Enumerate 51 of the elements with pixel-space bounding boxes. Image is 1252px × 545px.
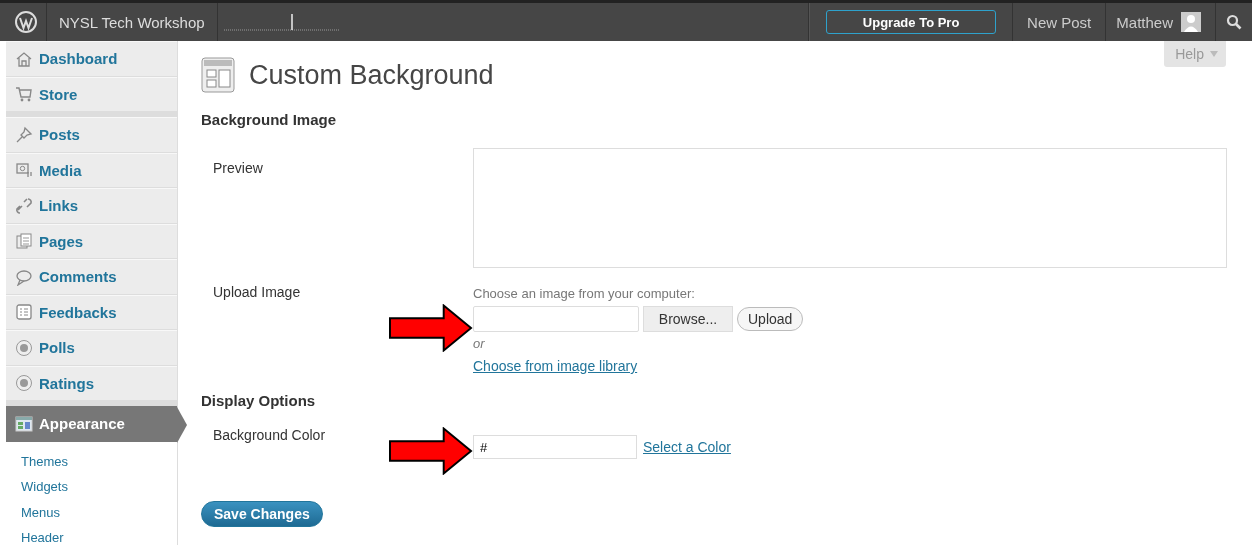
layout-icon — [201, 57, 235, 93]
sidebar-item[interactable]: Dashboard — [6, 41, 177, 77]
speech-bubble-icon — [15, 267, 33, 286]
radio-icon — [15, 338, 33, 357]
sidebar-item[interactable]: Feedbacks — [6, 294, 177, 330]
color-input-field[interactable]: # — [473, 435, 637, 459]
field-label: Background Color — [213, 427, 326, 443]
sidebar-item[interactable]: Media — [6, 152, 177, 188]
form-icon — [15, 303, 33, 322]
layout-icon — [15, 414, 33, 433]
site-name[interactable]: NYSL Tech Workshop — [47, 3, 218, 41]
page-title: Custom Background — [249, 59, 494, 91]
or-text: or — [473, 336, 486, 351]
cursor-icon — [221, 12, 342, 32]
sidebar-item[interactable]: Store — [6, 76, 177, 112]
sidebar-item[interactable]: Links — [6, 188, 177, 224]
link-icon — [15, 196, 33, 215]
pages-icon — [15, 232, 33, 251]
arrow-icon — [389, 427, 473, 475]
select-color-link[interactable]: Select a Color — [643, 439, 731, 455]
sidebar-item[interactable]: Comments — [6, 259, 177, 295]
file-input-field[interactable] — [473, 306, 639, 332]
save-changes-button[interactable]: Save Changes — [201, 501, 323, 527]
submenu-item[interactable]: Menus — [6, 500, 177, 526]
browse-button[interactable]: Browse... — [643, 306, 733, 332]
media-icon — [15, 161, 33, 180]
submenu-item[interactable]: Widgets — [6, 475, 177, 501]
section-heading: Background Image — [201, 111, 338, 128]
submenu-item[interactable]: Themes — [6, 449, 177, 475]
search-icon[interactable] — [1226, 14, 1242, 30]
sidebar-item[interactable]: Polls — [6, 330, 177, 366]
new-post-link[interactable]: New Post — [1013, 3, 1107, 41]
logo-icon[interactable] — [15, 11, 37, 33]
image-library-link[interactable]: Choose from image library — [473, 358, 638, 374]
upload-button[interactable]: Upload — [737, 307, 804, 331]
field-label: Upload Image — [213, 284, 301, 300]
arrow-icon — [389, 304, 473, 352]
sidebar-item[interactable]: Ratings — [6, 365, 177, 401]
upload-hint: Choose an image from your computer: — [473, 286, 696, 301]
upgrade-button[interactable]: Upgrade To Pro — [826, 10, 997, 34]
radio-icon — [15, 374, 33, 393]
user-name[interactable]: Matthew — [1116, 13, 1173, 31]
cart-icon — [15, 85, 33, 104]
sidebar-item[interactable]: Posts — [6, 117, 177, 153]
dropdown-arrow-icon — [1210, 51, 1218, 57]
pointer-icon — [177, 407, 187, 443]
sidebar-item[interactable]: Pages — [6, 223, 177, 259]
field-label: Preview — [213, 160, 263, 176]
submenu-item[interactable]: Header — [6, 526, 177, 545]
pin-icon — [15, 125, 33, 144]
section-heading: Display Options — [201, 392, 317, 409]
